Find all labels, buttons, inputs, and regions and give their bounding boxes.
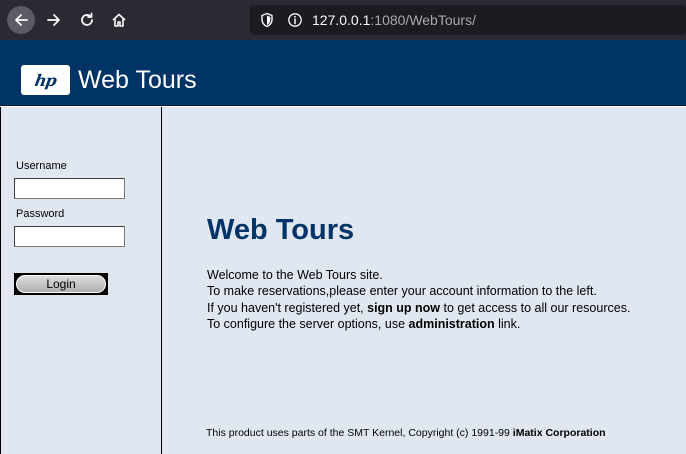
address-bar[interactable]: 127.0.0.1:1080/WebTours/: [250, 5, 686, 35]
register-line-post: to get access to all our resources.: [440, 300, 631, 315]
username-field[interactable]: [14, 178, 125, 199]
register-line: If you haven't registered yet, sign up n…: [207, 300, 630, 316]
login-button-label: Login: [16, 275, 106, 293]
site-header: hp Web Tours: [0, 40, 686, 106]
welcome-text: Welcome to the Web Tours site. To make r…: [207, 267, 630, 333]
login-sidebar: Username Password Login: [0, 107, 162, 454]
administration-link[interactable]: administration: [409, 317, 495, 331]
forward-button[interactable]: [40, 6, 68, 34]
url-host: 127.0.0.1: [312, 12, 371, 28]
password-field[interactable]: [14, 226, 125, 247]
username-label: Username: [16, 160, 67, 172]
main-content: Web Tours Welcome to the Web Tours site.…: [162, 107, 686, 454]
configure-line-post: link.: [494, 317, 521, 332]
back-arrow-icon: [15, 14, 28, 26]
header-title: Web Tours: [78, 66, 197, 94]
password-label: Password: [16, 208, 65, 220]
browser-toolbar: 127.0.0.1:1080/WebTours/: [0, 0, 686, 40]
reload-button[interactable]: [73, 6, 101, 34]
url-text[interactable]: 127.0.0.1:1080/WebTours/: [312, 12, 476, 28]
register-line-pre: If you haven't registered yet,: [207, 300, 368, 315]
hp-logo-text: hp: [33, 70, 58, 90]
configure-line-pre: To configure the server options, use: [207, 317, 409, 332]
url-path: :1080/WebTours/: [370, 12, 476, 28]
page-title: Web Tours: [207, 214, 355, 246]
forward-arrow-icon: [47, 14, 60, 26]
sign-up-link[interactable]: sign up now: [367, 301, 440, 315]
back-button[interactable]: [7, 6, 35, 34]
footer-company: iMatix Corporation: [512, 427, 606, 439]
hp-logo: hp: [21, 65, 70, 95]
welcome-line: Welcome to the Web Tours site.: [207, 268, 383, 282]
home-icon: [112, 13, 126, 27]
login-button[interactable]: Login: [14, 273, 108, 295]
shield-icon[interactable]: [260, 12, 274, 28]
reload-icon: [81, 12, 93, 26]
reservation-line: To make reservations,please enter your a…: [207, 284, 597, 299]
home-button[interactable]: [105, 6, 133, 34]
info-icon[interactable]: [287, 12, 303, 28]
footer-text: This product uses parts of the SMT Kerne…: [206, 427, 513, 439]
configure-line: To configure the server options, use adm…: [207, 316, 630, 332]
footer-copyright: This product uses parts of the SMT Kerne…: [206, 427, 606, 439]
